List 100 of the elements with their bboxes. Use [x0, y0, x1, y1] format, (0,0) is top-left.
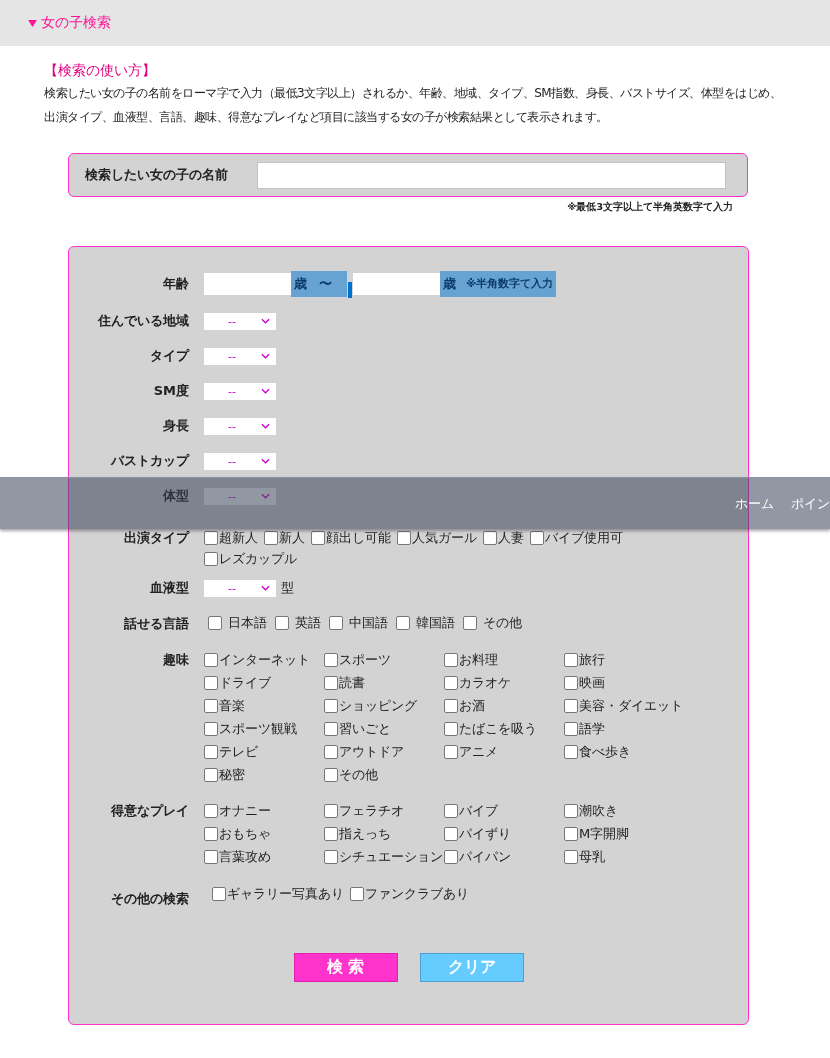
checkbox[interactable] [396, 616, 410, 630]
checkbox[interactable] [324, 744, 338, 759]
dropdown[interactable]: -- [204, 382, 276, 400]
checkbox-label: おもちゃ [219, 824, 271, 843]
chevron-down-icon [261, 318, 270, 324]
checkbox[interactable] [208, 616, 222, 630]
checkbox[interactable] [204, 675, 218, 690]
nav-link[interactable]: ホーム [735, 494, 774, 513]
triangle-down-icon [28, 19, 37, 27]
dropdown[interactable]: -- [204, 417, 276, 435]
checkbox[interactable] [444, 675, 458, 690]
field-label: 得意なプレイ [110, 802, 189, 820]
checkbox-label: アニメ [459, 742, 498, 761]
chevron-down-icon [261, 493, 270, 499]
chevron-down-icon [261, 423, 270, 429]
checkbox-label: その他 [483, 614, 522, 632]
text-cursor [348, 282, 352, 298]
checkbox[interactable] [444, 698, 458, 713]
checkbox-label: 音楽 [219, 696, 245, 715]
checkbox-label: バイブ使用可 [545, 528, 623, 547]
checkbox[interactable] [204, 530, 218, 545]
checkbox-label: 美容・ダイエット [579, 696, 683, 715]
checkbox-label: バイブ [459, 801, 498, 820]
field-label: SM度 [152, 382, 189, 400]
checkbox-label: 言葉攻め [219, 847, 271, 866]
checkbox[interactable] [444, 826, 458, 841]
checkbox[interactable] [324, 721, 338, 736]
dropdown[interactable]: -- [204, 312, 276, 330]
checkbox[interactable] [324, 849, 338, 864]
checkbox[interactable] [564, 675, 578, 690]
checkbox[interactable] [483, 530, 497, 545]
checkbox[interactable] [564, 849, 578, 864]
section-title: 女の子検索 [41, 14, 111, 32]
checkbox[interactable] [324, 652, 338, 667]
field-label: その他の検索 [110, 890, 189, 908]
checkbox[interactable] [324, 698, 338, 713]
checkbox[interactable] [564, 826, 578, 841]
checkbox[interactable] [324, 803, 338, 818]
name-input-field[interactable] [257, 161, 726, 189]
field-label: 血液型 [149, 579, 189, 597]
checkbox[interactable] [564, 652, 578, 667]
checkbox[interactable] [204, 826, 218, 841]
checkbox[interactable] [204, 767, 218, 782]
checkbox-label: スポーツ観戦 [219, 719, 297, 738]
checkbox[interactable] [444, 803, 458, 818]
checkbox[interactable] [204, 551, 218, 566]
chevron-down-icon [261, 353, 270, 359]
checkbox[interactable] [444, 744, 458, 759]
checkbox[interactable] [264, 530, 278, 545]
checkbox-label: 潮吹き [579, 801, 618, 820]
dropdown[interactable]: -- [204, 487, 276, 505]
checkbox[interactable] [324, 826, 338, 841]
checkbox[interactable] [397, 530, 411, 545]
checkbox-label: 中国語 [349, 614, 388, 632]
checkbox-label: レズカップル [219, 549, 297, 568]
checkbox-label: 日本語 [228, 614, 267, 632]
checkbox[interactable] [204, 849, 218, 864]
checkbox[interactable] [564, 744, 578, 759]
nav-link[interactable]: ポイン [791, 494, 830, 513]
dropdown[interactable]: -- [204, 579, 276, 597]
checkbox-label: カラオケ [459, 673, 511, 692]
age-unit: 歳 ※半角数字て入力 [440, 271, 556, 297]
checkbox-label: パイずり [459, 824, 511, 843]
field-label: 趣味 [162, 651, 189, 669]
checkbox[interactable] [311, 530, 325, 545]
checkbox[interactable] [444, 652, 458, 667]
chevron-down-icon [261, 388, 270, 394]
checkbox[interactable] [204, 744, 218, 759]
checkbox[interactable] [275, 616, 289, 630]
checkbox[interactable] [444, 849, 458, 864]
checkbox[interactable] [324, 675, 338, 690]
checkbox-label: 新人 [279, 528, 305, 547]
checkbox[interactable] [204, 721, 218, 736]
checkbox[interactable] [204, 803, 218, 818]
checkbox[interactable] [444, 721, 458, 736]
checkbox[interactable] [564, 698, 578, 713]
checkbox-label: アウトドア [339, 742, 404, 761]
checkbox[interactable] [329, 616, 343, 630]
age-from-field[interactable] [204, 273, 291, 295]
dropdown[interactable]: -- [204, 452, 276, 470]
checkbox[interactable] [350, 887, 364, 901]
checkbox[interactable] [564, 721, 578, 736]
dropdown[interactable]: -- [204, 347, 276, 365]
checkbox-label: 指えっち [339, 824, 391, 843]
chevron-down-icon [261, 458, 270, 464]
age-to-field[interactable] [353, 273, 440, 295]
checkbox[interactable] [204, 698, 218, 713]
checkbox-label: 人気ガール [412, 528, 477, 547]
checkbox[interactable] [212, 887, 226, 901]
checkbox-label: フェラチオ [339, 801, 404, 820]
chevron-down-icon [261, 585, 270, 591]
checkbox[interactable] [324, 767, 338, 782]
checkbox-label: オナニー [219, 801, 271, 820]
checkbox[interactable] [204, 652, 218, 667]
checkbox[interactable] [530, 530, 544, 545]
checkbox[interactable] [463, 616, 477, 630]
field-label: 話せる言語 [123, 615, 189, 633]
section-header[interactable]: 女の子検索 [0, 0, 830, 46]
checkbox[interactable] [564, 803, 578, 818]
search-button[interactable]: 検 索 [293, 953, 398, 982]
